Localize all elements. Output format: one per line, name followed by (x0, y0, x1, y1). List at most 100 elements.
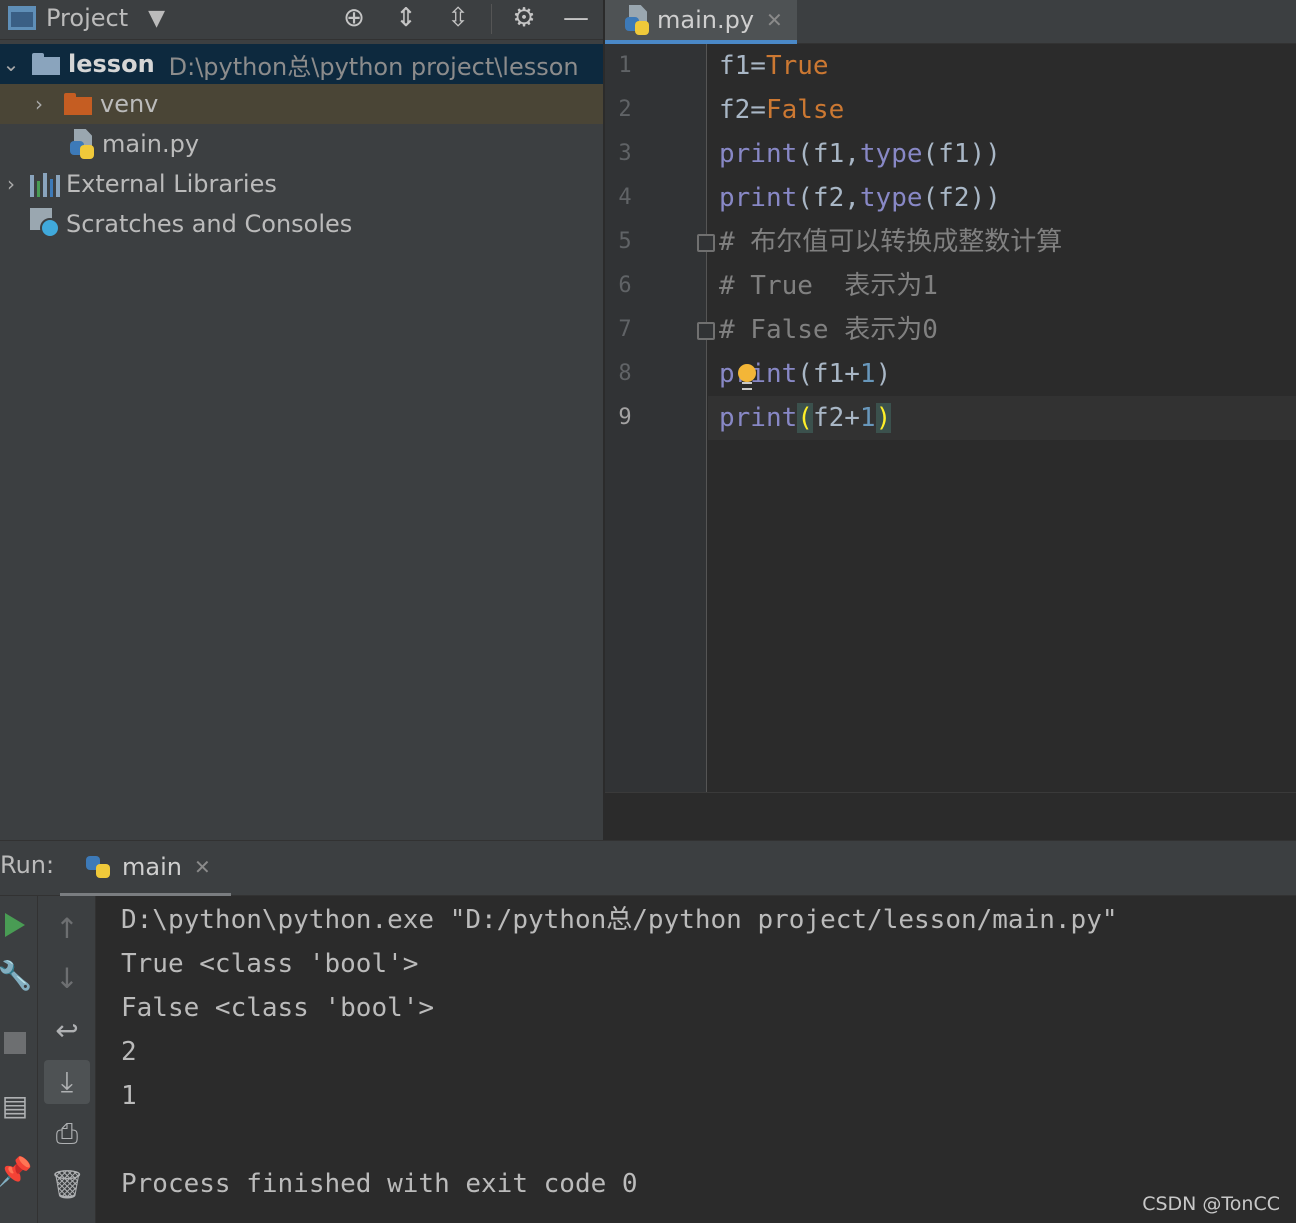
folder-icon (32, 53, 60, 75)
code-line: print(f2,type(f2)) (719, 176, 1001, 220)
run-header: Run: main ✕ (0, 840, 1296, 897)
code-token: 1 (859, 359, 876, 389)
folder-icon (64, 93, 92, 115)
code-line: # False 表示为0 (719, 315, 938, 345)
code-token: type (859, 139, 923, 169)
print-icon[interactable]: ⎙ (44, 1114, 90, 1154)
tree-item-main-py[interactable]: main.py (0, 124, 603, 164)
code-token: (f1+ (797, 359, 860, 389)
stop-icon[interactable] (0, 1028, 30, 1058)
code-token: print (719, 183, 798, 213)
code-token: print (719, 403, 798, 433)
console-line: True <class 'bool'> (121, 949, 419, 979)
pin-icon[interactable]: 📌 (0, 1155, 32, 1188)
console-line: D:\python\python.exe "D:/python总/python … (121, 905, 1118, 935)
code-token: ( (797, 403, 813, 433)
code-token: f2+ (812, 403, 860, 433)
code-line: print(f2+1) (719, 396, 892, 440)
console-line: False <class 'bool'> (121, 993, 435, 1023)
chevron-down-icon[interactable]: ⌄ (0, 52, 22, 76)
console-line: 2 (121, 1037, 137, 1067)
fold-marker-icon[interactable] (697, 234, 715, 252)
tree-item-label: main.py (102, 130, 200, 158)
tree-item-label: Scratches and Consoles (66, 210, 353, 238)
close-icon[interactable]: ✕ (766, 8, 783, 32)
expand-all-icon[interactable]: ⇕ (386, 0, 426, 36)
tree-item-external-libraries[interactable]: › External Libraries (0, 164, 603, 204)
code-token: (f2, (797, 183, 860, 213)
wrench-icon[interactable]: 🔧 (0, 959, 32, 992)
console-line: 1 (121, 1081, 137, 1111)
project-title: Project (46, 4, 129, 32)
chevron-right-icon[interactable]: › (28, 92, 50, 116)
project-view-selector[interactable]: Project ▼ (8, 0, 165, 36)
editor-tab-label: main.py (657, 6, 755, 34)
code-token: 1 (859, 403, 876, 433)
code-token: f2= (719, 95, 766, 125)
chevron-right-icon[interactable]: › (0, 172, 22, 196)
python-file-icon (625, 5, 651, 35)
code-line: # 布尔值可以转换成整数计算 (719, 227, 1063, 257)
locate-icon[interactable]: ⊕ (334, 0, 374, 36)
python-icon (86, 852, 112, 882)
code-token: False (765, 95, 845, 125)
project-tool-window: Project ▼ ⊕ ⇕ ⇳ ⚙ — ⌄ lesson D:\python总\… (0, 0, 603, 840)
line-number: 9 (618, 405, 632, 430)
python-file-icon (70, 129, 96, 159)
code-token: type (859, 183, 923, 213)
libraries-icon (30, 171, 60, 197)
lightbulb-icon[interactable] (736, 364, 758, 392)
run-tab-label: main (122, 853, 182, 881)
line-number: 3 (618, 141, 632, 166)
line-number: 1 (618, 53, 632, 78)
line-number: 6 (618, 273, 632, 298)
editor-tab-bar: main.py ✕ (605, 0, 1296, 44)
close-icon[interactable]: ✕ (194, 855, 211, 879)
fold-marker-icon[interactable] (697, 322, 715, 340)
code-line: f2=False (719, 88, 844, 132)
arrow-down-icon[interactable]: ↓ (44, 958, 90, 998)
tree-item-path: D:\python总\python project\lesson (168, 52, 579, 81)
tree-item-label: venv (100, 90, 159, 118)
chevron-down-icon: ▼ (148, 5, 166, 31)
tree-item-label: External Libraries (66, 170, 277, 198)
code-token: print (719, 359, 798, 389)
code-token: ) (875, 403, 892, 433)
run-tab-main[interactable]: main ✕ (60, 841, 231, 897)
header-divider (491, 4, 492, 34)
code-token: ) (875, 359, 892, 389)
editor-tab-main-py[interactable]: main.py ✕ (605, 0, 797, 44)
tree-item-lesson[interactable]: ⌄ lesson D:\python总\python project\lesso… (0, 44, 603, 84)
project-header: Project ▼ ⊕ ⇕ ⇳ ⚙ — (0, 0, 603, 40)
watermark: CSDN @TonCC (1142, 1193, 1280, 1215)
code-token: (f1)) (922, 139, 1001, 169)
line-number: 7 (618, 317, 632, 342)
arrow-up-icon[interactable]: ↑ (44, 908, 90, 948)
trash-icon[interactable]: 🗑 (44, 1164, 90, 1204)
run-toolbar-primary: 🔧 ▤ 📌 (0, 896, 38, 1223)
run-console-output[interactable]: D:\python\python.exe "D:/python总/python … (96, 896, 1296, 1223)
gear-icon[interactable]: ⚙ (504, 0, 544, 36)
line-number: 2 (618, 97, 632, 122)
tree-item-venv[interactable]: › venv (0, 84, 603, 124)
soft-wrap-icon[interactable]: ↩ (44, 1010, 90, 1050)
line-number: 5 (618, 229, 632, 254)
code-line: print(f1,type(f1)) (719, 132, 1001, 176)
line-number: 4 (618, 185, 632, 210)
code-token: print (719, 139, 798, 169)
collapse-all-icon[interactable]: ⇳ (438, 0, 478, 36)
layout-icon[interactable]: ▤ (0, 1089, 30, 1122)
line-number: 8 (618, 361, 632, 386)
console-line: Process finished with exit code 0 (121, 1169, 638, 1199)
code-token: (f2)) (922, 183, 1001, 213)
code-line: # True 表示为1 (719, 271, 938, 301)
scratches-icon (30, 208, 62, 240)
scroll-to-end-icon[interactable]: ⤓ (44, 1060, 90, 1104)
hide-icon[interactable]: — (556, 0, 596, 36)
line-number-gutter: 1 2 3 4 5 6 7 8 9 (605, 44, 715, 792)
rerun-icon[interactable] (0, 910, 30, 940)
editor-footer (605, 792, 1296, 840)
tree-item-scratches[interactable]: Scratches and Consoles (0, 204, 603, 244)
code-editor[interactable]: 1 2 3 4 5 6 7 8 9 f1=True f2=False print… (605, 44, 1296, 792)
run-label: Run: (0, 851, 55, 879)
